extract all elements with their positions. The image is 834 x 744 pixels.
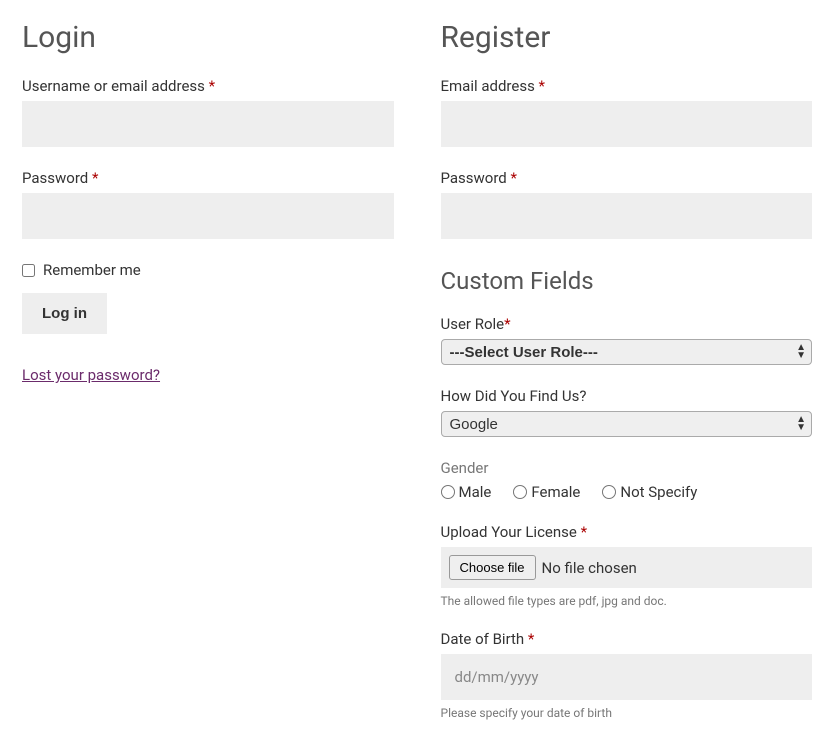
user-role-label: User Role* xyxy=(441,315,813,333)
gender-notspecify-radio[interactable] xyxy=(602,485,616,499)
custom-fields-heading: Custom Fields xyxy=(441,267,813,295)
required-marker: * xyxy=(528,630,534,648)
file-input-wrapper[interactable]: Choose file No file chosen xyxy=(441,547,813,588)
required-marker: * xyxy=(510,169,516,187)
required-marker: * xyxy=(209,77,215,95)
how-find-row: How Did You Find Us? Google ▲▼ xyxy=(441,387,813,437)
gender-male-radio[interactable] xyxy=(441,485,455,499)
required-marker: * xyxy=(504,315,510,333)
required-marker: * xyxy=(92,169,98,187)
lost-password-link[interactable]: Lost your password? xyxy=(22,366,160,384)
remember-me-row[interactable]: Remember me xyxy=(22,261,394,279)
login-password-input[interactable] xyxy=(22,193,394,239)
login-username-label: Username or email address * xyxy=(22,77,394,95)
dob-label: Date of Birth * xyxy=(441,630,813,648)
gender-radio-group: Male Female Not Specify xyxy=(441,483,813,501)
how-find-select[interactable]: Google xyxy=(441,411,813,437)
register-email-input[interactable] xyxy=(441,101,813,147)
gender-row: Gender Male Female Not Specify xyxy=(441,459,813,501)
remember-me-label: Remember me xyxy=(43,261,141,279)
register-email-row: Email address * xyxy=(441,77,813,147)
upload-license-row: Upload Your License * Choose file No fil… xyxy=(441,523,813,608)
register-password-label: Password * xyxy=(441,169,813,187)
upload-hint: The allowed file types are pdf, jpg and … xyxy=(441,594,813,608)
register-password-input[interactable] xyxy=(441,193,813,239)
dob-row: Date of Birth * dd/mm/yyyy Please specif… xyxy=(441,630,813,720)
register-email-label: Email address * xyxy=(441,77,813,95)
file-chosen-text: No file chosen xyxy=(542,559,637,577)
gender-female-item[interactable]: Female xyxy=(513,483,580,501)
how-find-label: How Did You Find Us? xyxy=(441,387,813,405)
gender-label: Gender xyxy=(441,459,813,477)
login-password-row: Password * xyxy=(22,169,394,239)
choose-file-button[interactable]: Choose file xyxy=(449,555,536,580)
gender-male-item[interactable]: Male xyxy=(441,483,492,501)
dob-hint: Please specify your date of birth xyxy=(441,706,813,720)
dob-input[interactable]: dd/mm/yyyy xyxy=(441,654,813,700)
register-password-row: Password * xyxy=(441,169,813,239)
login-button[interactable]: Log in xyxy=(22,293,107,334)
required-marker: * xyxy=(539,77,545,95)
register-heading: Register xyxy=(441,20,813,55)
user-role-row: User Role* ---Select User Role--- ▲▼ xyxy=(441,315,813,365)
gender-notspecify-item[interactable]: Not Specify xyxy=(602,483,697,501)
login-username-input[interactable] xyxy=(22,101,394,147)
remember-me-checkbox[interactable] xyxy=(22,264,35,277)
user-role-select[interactable]: ---Select User Role--- xyxy=(441,339,813,365)
register-column: Register Email address * Password * Cust… xyxy=(441,20,813,724)
gender-female-radio[interactable] xyxy=(513,485,527,499)
required-marker: * xyxy=(581,523,587,541)
login-password-label: Password * xyxy=(22,169,394,187)
login-column: Login Username or email address * Passwo… xyxy=(22,20,394,724)
login-heading: Login xyxy=(22,20,394,55)
upload-license-label: Upload Your License * xyxy=(441,523,813,541)
login-username-row: Username or email address * xyxy=(22,77,394,147)
